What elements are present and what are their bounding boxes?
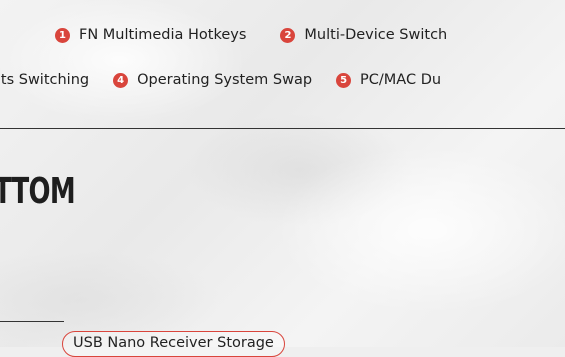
feature-item-pc-mac-dual: 5 PC/MAC Du	[336, 70, 441, 90]
number-badge: 4	[113, 72, 129, 88]
section-divider	[0, 128, 565, 129]
feature-item-os-swap: 4 Operating System Swap	[113, 70, 312, 90]
feature-label: Operating System Swap	[137, 72, 313, 88]
section-heading: TTOM	[0, 171, 76, 212]
number-badge: 2	[280, 27, 296, 43]
feature-label: FN Multimedia Hotkeys	[79, 27, 247, 43]
feature-item-fn-hotkeys: 1 FN Multimedia Hotkeys	[55, 25, 246, 45]
feature-row-1: 1 FN Multimedia Hotkeys 2 Multi-Device S…	[55, 25, 481, 45]
feature-row-2: ects Switching 4 Operating System Swap 5…	[0, 70, 465, 90]
textured-background	[0, 0, 565, 347]
feature-label: PC/MAC Du	[360, 72, 442, 88]
feature-item-multi-device: 2 Multi-Device Switch	[280, 25, 447, 45]
callout-label-usb-receiver-storage: USB Nano Receiver Storage	[62, 331, 285, 357]
feature-label: Multi-Device Switch	[304, 27, 448, 43]
feature-label: ects Switching	[0, 72, 90, 88]
number-badge: 1	[55, 27, 70, 43]
number-badge: 5	[336, 72, 352, 88]
feature-item-effects-switching: ects Switching	[0, 70, 89, 90]
callout-leader-line	[0, 321, 64, 322]
